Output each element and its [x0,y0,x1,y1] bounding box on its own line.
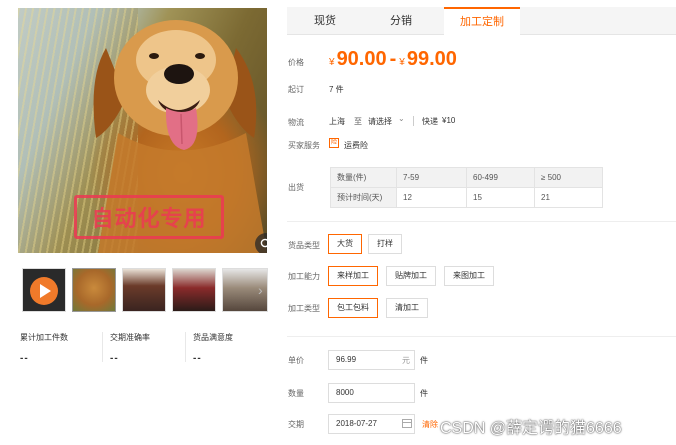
stat-divider [102,332,103,362]
moq-label: 起订 [288,85,304,94]
shipping-table: 数量(件) 7-59 60-499 ≥ 500 预计时间(天) 12 15 21 [330,167,603,208]
delivery-label: 交期 [288,420,304,429]
price-label: 价格 [288,58,304,67]
option-labor-only[interactable]: 清加工 [386,298,428,318]
tab-custom-processing[interactable]: 加工定制 [444,7,520,36]
stat-cumulative-label: 累计加工件数 [20,333,68,342]
unit-price-label: 单价 [288,356,304,365]
insurance-icon: 险 [329,138,339,148]
price-range: ¥90.00- ¥99.00 [329,48,457,71]
table-cell: 预计时间(天) [330,187,397,208]
stat-satisfaction-value: -- [193,353,202,364]
table-cell: 15 [466,187,535,208]
quantity-unit: 件 [420,389,428,398]
logistics-to: 至 [354,117,362,126]
logistics-from: 上海 [329,117,345,126]
option-labor-and-materials[interactable]: 包工包料 [328,298,378,318]
buyer-service-label: 买家服务 [288,141,320,150]
chevron-right-icon[interactable]: › [258,282,263,298]
table-cell: 数量(件) [330,167,397,188]
option-drawing-processing[interactable]: 来图加工 [444,266,494,286]
section-divider [287,221,676,222]
clear-date-link[interactable]: 清除 [422,419,438,430]
unit-price-unit: 件 [420,356,428,365]
price-dash: - [389,48,397,70]
stat-divider [185,332,186,362]
product-main-image[interactable]: 自动化专用 [18,8,267,253]
stat-delivery-label: 交期准确率 [110,333,150,342]
table-cell: 60-499 [466,167,535,188]
magnifier-icon [260,238,267,248]
moq-value: 7 件 [329,85,344,94]
zoom-button[interactable] [255,233,267,253]
destination-select[interactable]: 请选择 [368,116,392,127]
price-low: 90.00 [336,48,387,70]
calendar-icon[interactable] [402,419,412,428]
goods-type-label: 货品类型 [288,241,320,250]
watermark-stamp: 自动化专用 [74,195,224,239]
mode-tabs: 现货 分销 加工定制 [287,7,676,36]
option-sample[interactable]: 打样 [368,234,402,254]
currency-symbol: ¥ [399,57,405,68]
chevron-down-icon[interactable]: ⌄ [398,114,405,123]
option-oem-processing[interactable]: 贴牌加工 [386,266,436,286]
option-sample-processing[interactable]: 来样加工 [328,266,378,286]
stat-satisfaction: 货品满意度 -- [193,332,233,364]
tab-spot[interactable]: 现货 [287,7,363,35]
stat-delivery: 交期准确率 -- [110,332,150,364]
shipping-label: 出货 [288,183,304,192]
logistics-divider [413,116,414,126]
express-label: 快递 [422,117,438,126]
thumbnail-strip [22,268,272,312]
logistics-label: 物流 [288,118,304,127]
thumbnail-woman-coat-2[interactable] [172,268,216,312]
section-divider [287,336,676,337]
quantity-input[interactable]: 8000 [328,383,415,403]
capability-label: 加工能力 [288,272,320,281]
table-row: 预计时间(天) 12 15 21 [330,187,603,208]
table-cell: 21 [534,187,603,208]
buyer-service-value[interactable]: 运费险 [344,140,368,151]
quantity-label: 数量 [288,389,304,398]
stat-cumulative: 累计加工件数 -- [20,332,68,364]
stat-delivery-value: -- [110,353,119,364]
currency-symbol: ¥ [329,57,335,68]
process-type-label: 加工类型 [288,304,320,313]
table-cell: 7-59 [396,167,467,188]
table-cell: ≥ 500 [534,167,603,188]
play-icon[interactable] [30,277,58,305]
unit-price-currency: 元 [402,356,410,365]
stat-satisfaction-label: 货品满意度 [193,333,233,342]
table-cell: 12 [396,187,467,208]
thumbnail-woman-coat-1[interactable] [122,268,166,312]
thumbnail-dog[interactable] [72,268,116,312]
option-bulk[interactable]: 大货 [328,234,362,254]
thumbnail-video[interactable] [22,268,66,312]
price-high: 99.00 [406,48,457,70]
table-row: 数量(件) 7-59 60-499 ≥ 500 [330,167,603,188]
tab-distribution[interactable]: 分销 [363,7,439,35]
stat-cumulative-value: -- [20,353,29,364]
express-fee: ¥10 [442,116,456,125]
csdn-watermark: CSDN @薛定谔的猫6666 [440,420,622,437]
